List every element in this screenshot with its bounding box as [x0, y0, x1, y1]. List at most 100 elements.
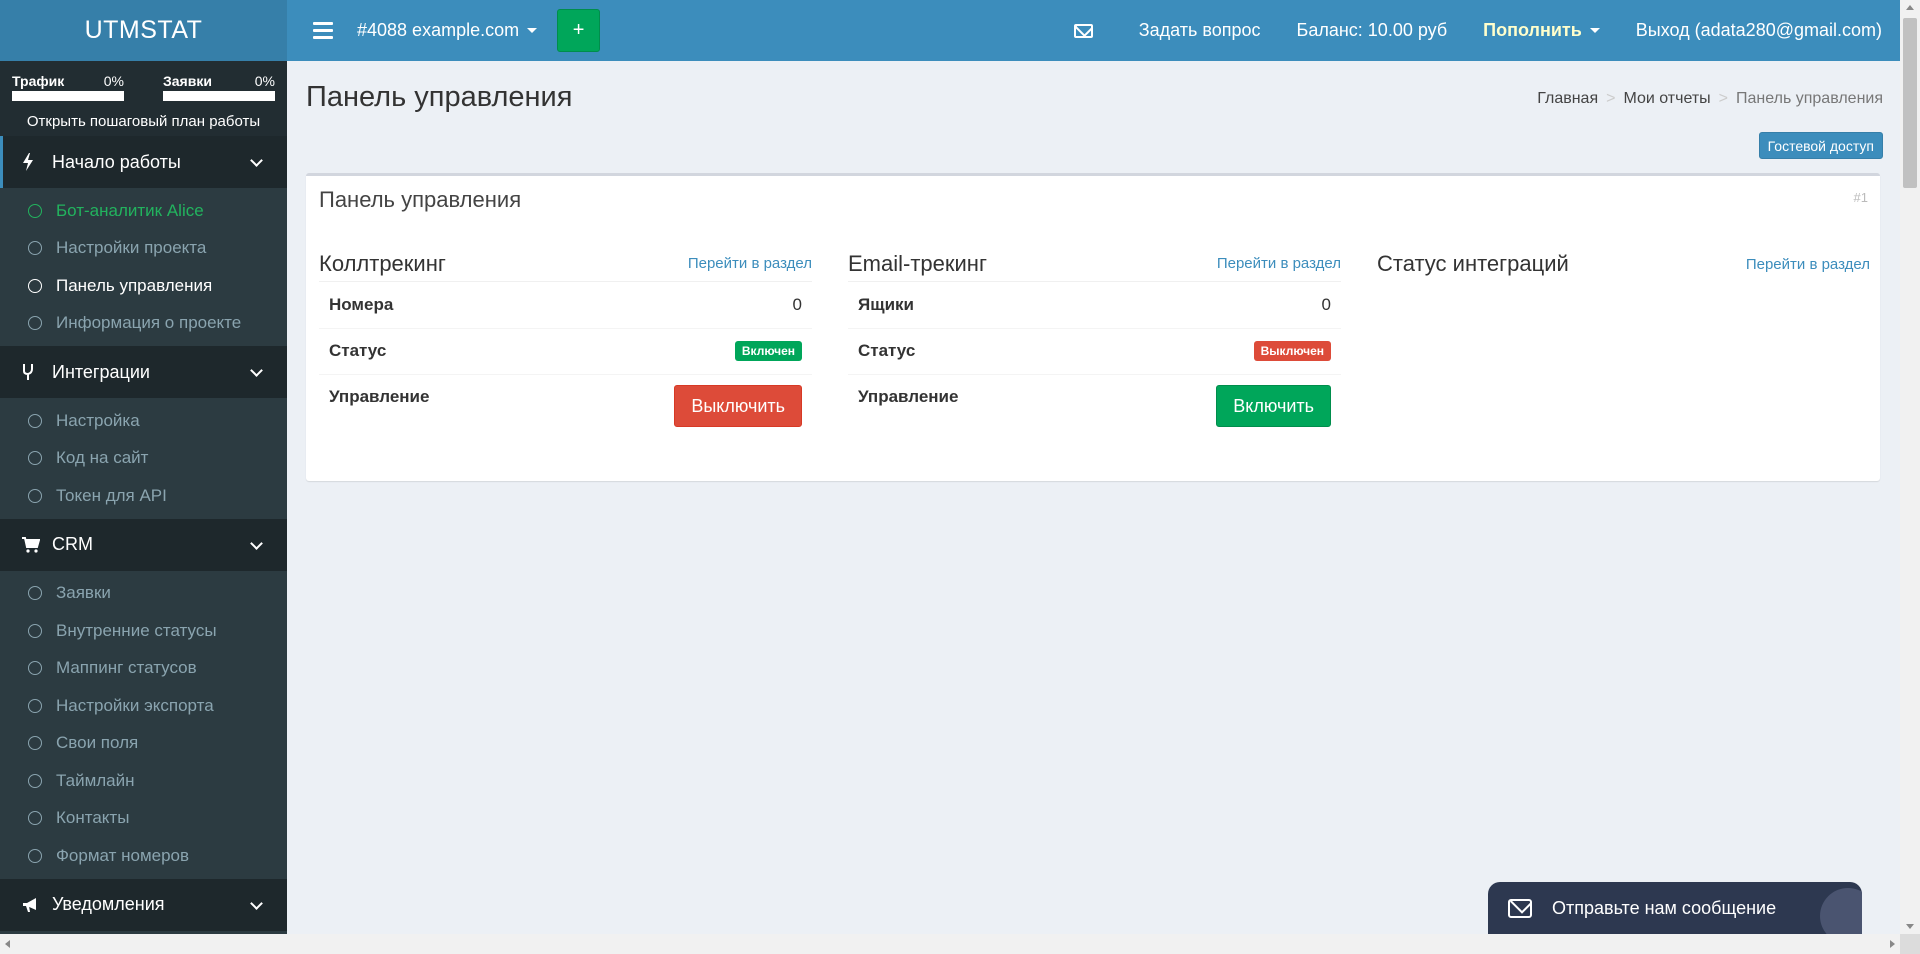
scroll-left-icon[interactable]: [5, 940, 10, 948]
cart-icon: [22, 536, 52, 553]
project-name: #4088 example.com: [357, 20, 520, 40]
row-label: Ящики: [858, 294, 914, 314]
submenu-crm: Заявки Внутренние статусы Маппинг статус…: [0, 570, 287, 879]
chevron-down-icon: [250, 154, 263, 167]
breadcrumb: Главная > Мои отчеты > Панель управления: [1537, 90, 1883, 108]
enable-email-tracking-button[interactable]: Включить: [1216, 385, 1331, 427]
email-boxes-row: Ящики 0: [848, 282, 1341, 329]
circle-icon: [28, 736, 42, 751]
navbar-right: Задать вопрос Баланс: 10.00 руб Пополнит…: [1056, 0, 1900, 61]
box-title: Панель управления: [319, 187, 522, 212]
integrations-goto-link[interactable]: Перейти в раздел: [1746, 256, 1870, 273]
breadcrumb-home[interactable]: Главная: [1537, 90, 1598, 108]
scroll-thumb[interactable]: [1903, 18, 1917, 188]
calltracking-status-row: Статус Включен: [319, 329, 812, 375]
breadcrumb-current: Панель управления: [1736, 90, 1883, 107]
menu-toggle-icon[interactable]: [313, 22, 333, 39]
envelope-icon: [1073, 23, 1093, 38]
sidebar-item-label: Панель управления: [56, 275, 213, 295]
chevron-down-icon: [250, 896, 263, 910]
breadcrumb-separator: >: [1606, 90, 1616, 107]
balance-link[interactable]: Баланс: 10.00 руб: [1279, 0, 1466, 61]
open-plan-link[interactable]: Открыть пошаговый план работы: [0, 113, 287, 130]
sidebar-section-label: CRM: [52, 534, 93, 554]
sidebar-item-setup[interactable]: Настройка: [0, 402, 287, 440]
sidebar-item-contacts[interactable]: Контакты: [0, 800, 287, 838]
status-badge: Выключен: [1253, 341, 1331, 362]
email-control-row: Управление Включить: [848, 375, 1341, 433]
email-tracking-goto-link[interactable]: Перейти в раздел: [1217, 255, 1341, 272]
email-tracking-column: Email-трекинг Перейти в раздел Ящики 0 С…: [848, 246, 1341, 433]
sidebar-item-site-code[interactable]: Код на сайт: [0, 440, 287, 478]
sidebar-item-label: Контакты: [56, 808, 130, 828]
row-label: Статус: [329, 341, 387, 361]
sidebar-item-label: Заявки: [56, 583, 111, 603]
sidebar-item-timeline[interactable]: Таймлайн: [0, 762, 287, 800]
sidebar-item-bot-alice[interactable]: Бот-аналитик Alice: [0, 192, 287, 230]
caret-down-icon: [1589, 28, 1600, 33]
sidebar-item-label: Внутренние статусы: [56, 620, 217, 640]
envelope-icon: [1508, 898, 1532, 918]
sidebar-item-label: Свои поля: [56, 733, 139, 753]
leads-label: Заявки: [163, 73, 212, 89]
breadcrumb-reports[interactable]: Мои отчеты: [1623, 90, 1710, 108]
horizontal-scrollbar[interactable]: [0, 934, 1900, 954]
row-label: Управление: [329, 387, 430, 406]
sidebar-item-internal-statuses[interactable]: Внутренние статусы: [0, 612, 287, 650]
ask-question-label: Задать вопрос: [1138, 20, 1261, 40]
sidebar-item-export-settings[interactable]: Настройки экспорта: [0, 687, 287, 725]
sidebar-item-label: Настройки проекта: [56, 238, 207, 258]
sidebar-section-start[interactable]: Начало работы: [0, 136, 287, 188]
dashboard-box: Панель управления #1 Коллтрекинг Перейти…: [306, 173, 1880, 481]
chevron-down-icon: [250, 364, 263, 377]
brand-logo[interactable]: UTMSTAT: [0, 0, 287, 61]
chevron-down-icon: [250, 536, 263, 550]
scroll-up-icon[interactable]: [1906, 5, 1914, 10]
submenu-integrations: Настройка Код на сайт Токен для API: [0, 398, 287, 519]
sidebar-item-label: Код на сайт: [56, 448, 149, 468]
fork-icon: [22, 363, 52, 381]
scroll-right-icon[interactable]: [1890, 940, 1895, 948]
ask-question-link[interactable]: Задать вопрос: [1056, 0, 1279, 61]
sidebar-section-crm[interactable]: CRM: [0, 518, 287, 571]
sidebar-item-project-settings[interactable]: Настройки проекта: [0, 230, 287, 268]
vertical-scrollbar[interactable]: [1900, 0, 1920, 934]
sidebar-section-notifications[interactable]: Уведомления: [0, 878, 287, 931]
row-label: Номера: [329, 294, 394, 314]
add-project-button[interactable]: +: [557, 9, 601, 52]
logout-link[interactable]: Выход (adata280@gmail.com): [1618, 0, 1900, 61]
sidebar-section-integrations[interactable]: Интеграции: [0, 346, 287, 398]
calltracking-numbers-row: Номера 0: [319, 282, 812, 329]
chat-label: Отправьте нам сообщение: [1552, 897, 1777, 918]
topup-dropdown[interactable]: Пополнить: [1465, 0, 1618, 61]
disable-calltracking-button[interactable]: Выключить: [674, 385, 802, 427]
sidebar-item-api-token[interactable]: Токен для API: [0, 477, 287, 515]
sidebar-item-dashboard[interactable]: Панель управления: [0, 267, 287, 305]
circle-icon: [28, 773, 42, 788]
sidebar-item-label: Настройки экспорта: [56, 695, 214, 715]
leads-bar: [163, 91, 275, 101]
guest-access-button[interactable]: Гостевой доступ: [1758, 132, 1883, 159]
scroll-down-icon[interactable]: [1906, 924, 1914, 929]
top-bar: UTMSTAT #4088 example.com + Задать вопро…: [0, 0, 1900, 61]
project-selector[interactable]: #4088 example.com: [357, 20, 538, 41]
email-status-row: Статус Выключен: [848, 329, 1341, 375]
circle-icon: [28, 278, 42, 293]
sidebar-item-project-info[interactable]: Информация о проекте: [0, 305, 287, 343]
sidebar-section-label: Уведомления: [52, 894, 165, 914]
sidebar-item-label: Настройка: [56, 410, 140, 430]
row-value: 0: [1321, 294, 1331, 314]
traffic-progress: Трафик 0%: [12, 73, 124, 101]
sidebar-item-leads[interactable]: Заявки: [0, 575, 287, 613]
chat-widget[interactable]: Отправьте нам сообщение: [1488, 882, 1862, 934]
circle-icon: [28, 623, 42, 638]
sidebar-item-number-format[interactable]: Формат номеров: [0, 837, 287, 875]
breadcrumb-separator: >: [1718, 90, 1729, 107]
row-value: 0: [792, 294, 802, 314]
sidebar-item-status-mapping[interactable]: Маппинг статусов: [0, 650, 287, 688]
sidebar-item-custom-fields[interactable]: Свои поля: [0, 725, 287, 763]
integrations-status-header: Статус интеграций Перейти в раздел: [1377, 246, 1870, 282]
logout-label: Выход (adata280@gmail.com): [1635, 20, 1882, 40]
submenu-start: Бот-аналитик Alice Настройки проекта Пан…: [0, 188, 287, 346]
calltracking-goto-link[interactable]: Перейти в раздел: [688, 255, 812, 272]
